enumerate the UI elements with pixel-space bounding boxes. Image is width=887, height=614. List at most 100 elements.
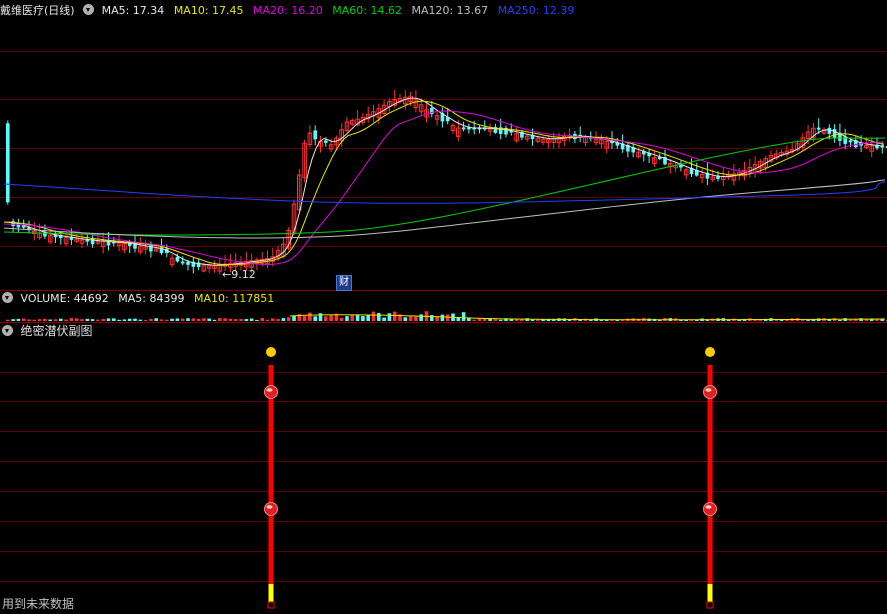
volume-bar (774, 319, 779, 321)
volume-bar (16, 318, 21, 321)
volume-bar (382, 317, 386, 321)
volume-bar (21, 318, 26, 321)
volume-bar (339, 317, 344, 321)
candle-body (848, 140, 853, 143)
volume-bar (530, 319, 535, 321)
candle-body (175, 256, 180, 262)
ma20-line (3, 110, 885, 266)
volume-ma10: MA10: 117851 (193, 292, 275, 305)
ma60-indicator: MA60: 14.62 (332, 4, 402, 17)
volume-bar (324, 316, 328, 321)
volume-bar (112, 318, 116, 321)
volume-bar (239, 319, 243, 321)
volume-bar (313, 316, 317, 321)
volume-bar (345, 316, 349, 321)
volume-bar (117, 319, 121, 321)
kline-chart[interactable] (0, 0, 887, 614)
candle-body (827, 127, 832, 134)
volume-bar (271, 318, 275, 321)
volume-panel-header: VOLUME: 44692 MA5: 84399 MA10: 117851 (0, 290, 280, 307)
candle-body (324, 140, 328, 143)
signal-ball (264, 502, 278, 516)
volume-bar (69, 318, 74, 321)
volume-bar (6, 319, 10, 321)
finance-event-badge[interactable]: 财 (336, 275, 352, 291)
ma60-line (3, 137, 886, 236)
volume-bar (472, 319, 476, 321)
volume-value: VOLUME: 44692 (20, 292, 109, 305)
volume-bar (64, 319, 68, 321)
volume-bar (392, 311, 397, 321)
volume-bar (53, 319, 58, 321)
volume-bar (212, 319, 217, 321)
ma120-indicator: MA120: 13.67 (411, 4, 489, 17)
candle-body (461, 127, 466, 130)
volume-bar (175, 318, 180, 321)
volume-bar (149, 318, 153, 321)
volume-bar (371, 311, 376, 321)
volume-bar (80, 319, 84, 321)
volume-bar (281, 318, 286, 321)
volume-bar (361, 316, 365, 321)
signal-ball-highlight (266, 388, 273, 392)
volume-bar (244, 319, 249, 321)
low-price-marker: ←9.12 (222, 268, 256, 281)
volume-bar (440, 314, 445, 321)
volume-bar (414, 316, 418, 321)
ma5-line (3, 97, 885, 266)
volume-bar (154, 318, 158, 321)
volume-bar (74, 318, 79, 321)
ma250-indicator: MA250: 12.39 (497, 4, 575, 17)
candle-body (6, 123, 10, 203)
volume-bar (589, 319, 593, 321)
volume-bar (207, 318, 211, 321)
dropdown-icon[interactable] (2, 292, 13, 303)
volume-bar (286, 317, 291, 321)
dropdown-icon[interactable] (2, 325, 13, 336)
main-panel-header: 戴维医疗(日线) MA5: 17.34 MA10: 17.45 MA20: 16… (0, 2, 580, 19)
volume-bar (127, 318, 132, 321)
volume-bar (191, 318, 196, 321)
volume-bar (106, 318, 111, 321)
volume-bar (430, 315, 434, 321)
signal-base (706, 601, 714, 609)
volume-bar (133, 318, 137, 321)
volume-bar (143, 319, 148, 321)
volume-bar (186, 318, 190, 321)
volume-bar (96, 319, 100, 321)
signal-base (267, 601, 275, 609)
volume-bar (59, 318, 63, 321)
dropdown-icon[interactable] (83, 4, 95, 15)
volume-bar (366, 314, 370, 321)
volume-bar (159, 319, 164, 321)
signal-bar-tip (268, 584, 274, 602)
volume-bar (90, 319, 95, 321)
volume-bar (498, 319, 503, 321)
volume-bar (11, 319, 15, 321)
volume-bar (355, 314, 360, 321)
candle-body (816, 127, 821, 130)
volume-bar (223, 318, 227, 321)
volume-ma5: MA5: 84399 (118, 292, 185, 305)
ma5-indicator: MA5: 17.34 (101, 4, 165, 17)
ma20-indicator: MA20: 16.20 (253, 4, 323, 17)
sub-panel-header: 绝密潜伏副图 (0, 323, 99, 340)
volume-bar (785, 319, 789, 321)
volume-bar (180, 318, 185, 321)
signal-ball-highlight (705, 388, 712, 392)
volume-bar (477, 318, 482, 321)
stock-title: 戴维医疗(日线) (0, 4, 75, 17)
volume-bar (249, 318, 254, 321)
signal-ball-highlight (705, 505, 712, 509)
signal-bar-tip (707, 584, 713, 602)
candle-body (313, 130, 317, 140)
volume-bar (419, 314, 423, 321)
volume-bar (292, 315, 296, 321)
signal-ball (264, 385, 278, 399)
volume-bar (138, 319, 143, 321)
volume-bar (228, 318, 233, 321)
candle-body (180, 261, 185, 264)
signal-ball (703, 502, 717, 516)
volume-bar (493, 319, 498, 321)
volume-bar (350, 314, 355, 321)
